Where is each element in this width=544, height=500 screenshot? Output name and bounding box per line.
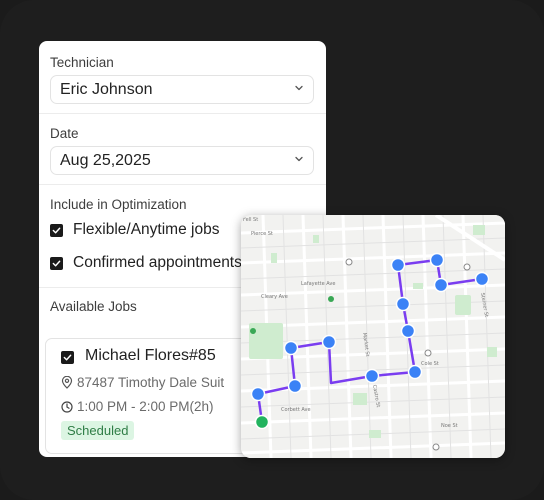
job-title: Michael Flores#85 [85, 347, 216, 364]
route-map[interactable]: Fell St Cleary Ave Lafayette Ave Market … [241, 215, 505, 458]
route-stop-marker[interactable] [433, 277, 449, 293]
route-stop-marker[interactable] [364, 368, 380, 384]
divider [39, 184, 326, 185]
route-stop-marker[interactable] [321, 334, 337, 350]
location-pin-icon [61, 375, 73, 389]
date-value: Aug 25,2025 [60, 152, 151, 169]
route-stop-marker[interactable] [407, 364, 423, 380]
route-stop-marker[interactable] [287, 378, 303, 394]
street-label: Fell St [243, 217, 258, 223]
route-stop-marker[interactable] [400, 323, 416, 339]
confirmed-appointments-label: Confirmed appointments [73, 254, 242, 271]
clock-icon [61, 401, 73, 413]
street-label: Cleary Ave [261, 294, 288, 300]
street-label: Noe St [441, 423, 458, 429]
technician-label: Technician [50, 55, 114, 70]
date-label: Date [50, 126, 79, 141]
route-stop-marker[interactable] [429, 252, 445, 268]
route-stop-marker[interactable] [474, 271, 490, 287]
route-stop-marker[interactable] [395, 296, 411, 312]
street-label: Cole St [421, 361, 439, 367]
available-jobs-label: Available Jobs [50, 299, 137, 314]
route-stop-marker[interactable] [250, 386, 266, 402]
status-badge: Scheduled [61, 421, 135, 440]
technician-value: Eric Johnson [60, 81, 153, 98]
chevron-down-icon [295, 85, 303, 91]
checkbox-checked-icon[interactable] [50, 257, 63, 270]
flexible-jobs-label: Flexible/Anytime jobs [73, 221, 220, 238]
job-time: 1:00 PM - 2:00 PM(2h) [77, 399, 214, 414]
street-label: Corbett Ave [281, 407, 311, 413]
date-select[interactable]: Aug 25,2025 [50, 146, 314, 175]
route-start-marker[interactable] [254, 414, 270, 430]
technician-select[interactable]: Eric Johnson [50, 75, 314, 104]
checkbox-checked-icon[interactable] [61, 351, 74, 364]
divider [39, 113, 326, 114]
route-stop-marker[interactable] [390, 257, 406, 273]
map-canvas[interactable]: Fell St Cleary Ave Lafayette Ave Market … [241, 215, 505, 458]
street-label: Pierce St [251, 231, 273, 237]
route-stop-marker[interactable] [283, 340, 299, 356]
street-label: Lafayette Ave [301, 281, 335, 287]
job-time-line: 1:00 PM - 2:00 PM(2h) [61, 399, 214, 414]
job-address: 87487 Timothy Dale Suit [77, 375, 225, 390]
job-address-line: 87487 Timothy Dale Suit [61, 375, 224, 390]
checkbox-checked-icon[interactable] [50, 224, 63, 237]
chevron-down-icon [295, 156, 303, 162]
optimization-label: Include in Optimization [50, 197, 187, 212]
